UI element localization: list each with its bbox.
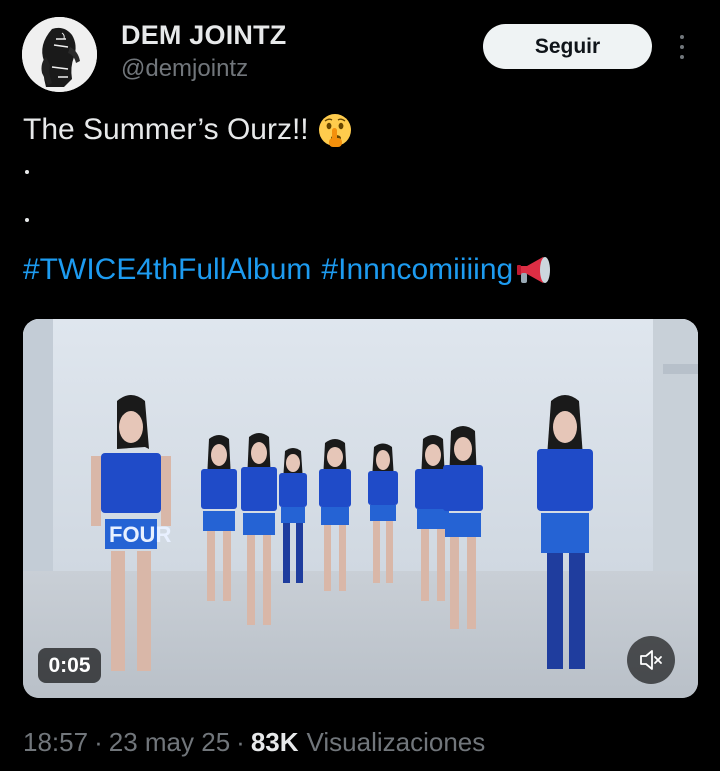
author-handle[interactable]: @demjointz <box>121 55 248 83</box>
hashtag-innncomiiiing[interactable]: #Innncomiiiing <box>321 252 513 288</box>
speaker-muted-icon <box>640 650 662 670</box>
dot-2 <box>25 218 29 222</box>
hashtag-twice4thfullalbum[interactable]: #TWICE4thFullAlbum <box>23 252 311 288</box>
author-display-name[interactable]: DEM JOINTZ <box>121 20 287 51</box>
avatar[interactable] <box>22 17 97 92</box>
video-thumbnail: FOUR <box>23 319 698 698</box>
follow-button[interactable]: Seguir <box>483 24 652 69</box>
views-label: Visualizaciones <box>306 727 486 757</box>
tweet-body: The Summer’s Ourz!! #TWICE4thFullAlbum #… <box>23 112 693 290</box>
mute-button[interactable] <box>627 636 675 684</box>
hashtags-line: #TWICE4thFullAlbum #Innncomiiiing <box>23 250 693 290</box>
video-player[interactable]: FOUR 0:05 <box>23 319 698 698</box>
tweet-text: The Summer’s Ourz!! <box>23 113 309 146</box>
video-duration: 0:05 <box>38 648 101 683</box>
dot-1 <box>25 170 29 174</box>
megaphone-emoji-icon <box>517 257 551 283</box>
avatar-sketch-icon <box>22 17 97 92</box>
dot-line-2 <box>23 196 693 244</box>
tweet-time[interactable]: 18:57 <box>23 727 88 758</box>
separator: · <box>94 727 103 757</box>
shushing-face-emoji-icon <box>318 114 351 147</box>
views-count[interactable]: 83K <box>251 727 299 758</box>
tweet-meta: 18:57 · 23 may 25 · 83K Visualizaciones <box>23 727 485 758</box>
more-vertical-icon[interactable] <box>674 29 690 65</box>
dot-line-1 <box>23 148 693 196</box>
tweet-header: DEM JOINTZ @demjointz Seguir <box>22 17 702 93</box>
tweet-date[interactable]: 23 may 25 <box>109 727 230 758</box>
separator: · <box>236 727 245 757</box>
